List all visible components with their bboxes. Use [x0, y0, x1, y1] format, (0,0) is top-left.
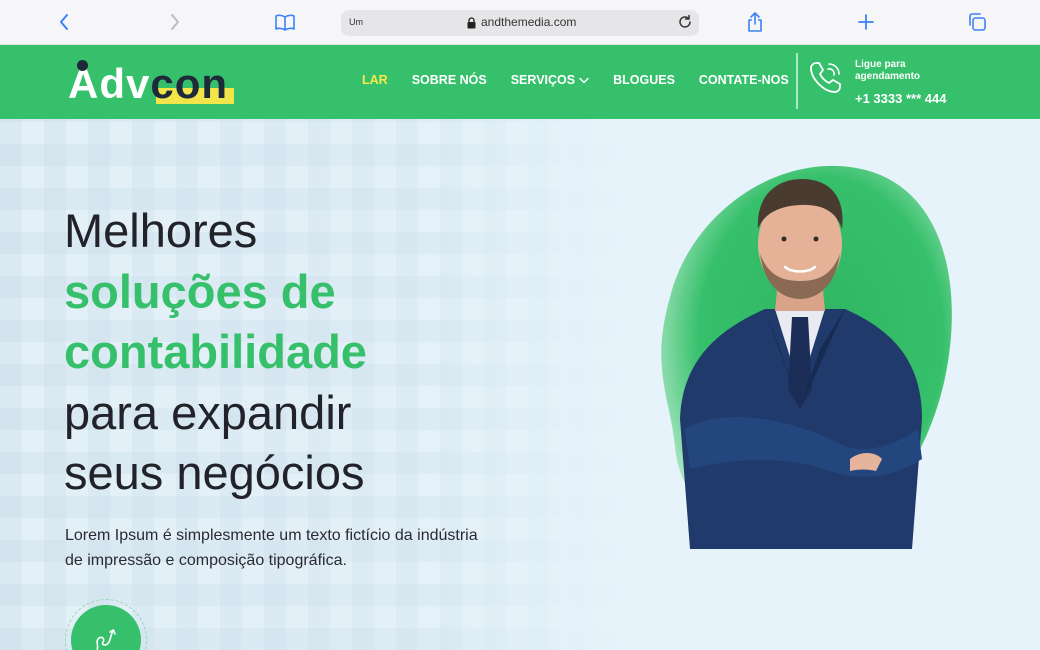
reload-icon[interactable]	[677, 14, 693, 30]
share-icon[interactable]	[743, 10, 767, 34]
phone-icon	[808, 59, 844, 100]
logo-dot	[77, 60, 88, 71]
menu-item-label: CONTATE-NOS	[698, 73, 789, 87]
reader-icon[interactable]	[273, 10, 297, 34]
curved-arrow-icon	[96, 629, 116, 650]
menu-item-label: SOBRE NÓS	[411, 73, 487, 87]
site-header: Advcon LAR SOBRE NÓS SERVIÇOS BLOGUES CO…	[0, 45, 1040, 119]
play-button-core	[71, 605, 141, 650]
forward-icon[interactable]	[163, 10, 187, 34]
hero-title-line: seus negócios	[64, 446, 365, 499]
logo[interactable]: Advcon	[68, 58, 238, 108]
menu-item-label: BLOGUES	[613, 73, 675, 87]
menu-item-label: SERVIÇOS	[510, 73, 576, 87]
main-menu: LAR SOBRE NÓS SERVIÇOS BLOGUES CONTATE-N…	[362, 73, 813, 87]
hero-title-line: Melhores	[64, 204, 258, 257]
logo-accent-text: con	[150, 60, 229, 107]
logo-text: Advcon	[68, 63, 228, 105]
menu-item-contact[interactable]: CONTATE-NOS	[699, 73, 789, 87]
hero-title-highlight: contabilidade	[64, 325, 367, 378]
chevron-down-icon	[579, 77, 589, 84]
browser-toolbar: Um andthemedia.com	[0, 0, 1040, 45]
tabs-icon[interactable]	[965, 10, 989, 34]
call-label: Ligue para agendamento	[855, 59, 921, 82]
menu-item-label: LAR	[362, 73, 388, 87]
call-number[interactable]: +1 3333 *** 444	[855, 91, 946, 106]
hero-title-highlight: soluções de	[64, 264, 336, 318]
menu-item-blog[interactable]: BLOGUES	[613, 73, 675, 87]
url-text: andthemedia.com	[481, 15, 577, 29]
hero-title-line: para expandir	[64, 385, 352, 439]
menu-item-services[interactable]: SERVIÇOS	[511, 73, 589, 87]
lock-icon	[467, 17, 476, 29]
hero-title: Melhores soluções de contabilidade para …	[64, 201, 367, 504]
businessman-photo	[680, 179, 922, 549]
menu-item-home[interactable]: LAR	[362, 73, 388, 87]
tab-label: Um	[349, 18, 363, 27]
back-icon[interactable]	[52, 10, 76, 34]
new-tab-icon[interactable]	[854, 10, 878, 34]
hero-section: Melhores soluções de contabilidade para …	[0, 119, 1040, 650]
hero-description: Lorem Ipsum é simplesmente um texto fict…	[65, 527, 478, 569]
menu-item-about[interactable]: SOBRE NÓS	[412, 73, 487, 87]
video-play-button[interactable]	[65, 599, 147, 650]
header-divider	[796, 53, 798, 109]
address-bar[interactable]: Um andthemedia.com	[341, 10, 699, 36]
